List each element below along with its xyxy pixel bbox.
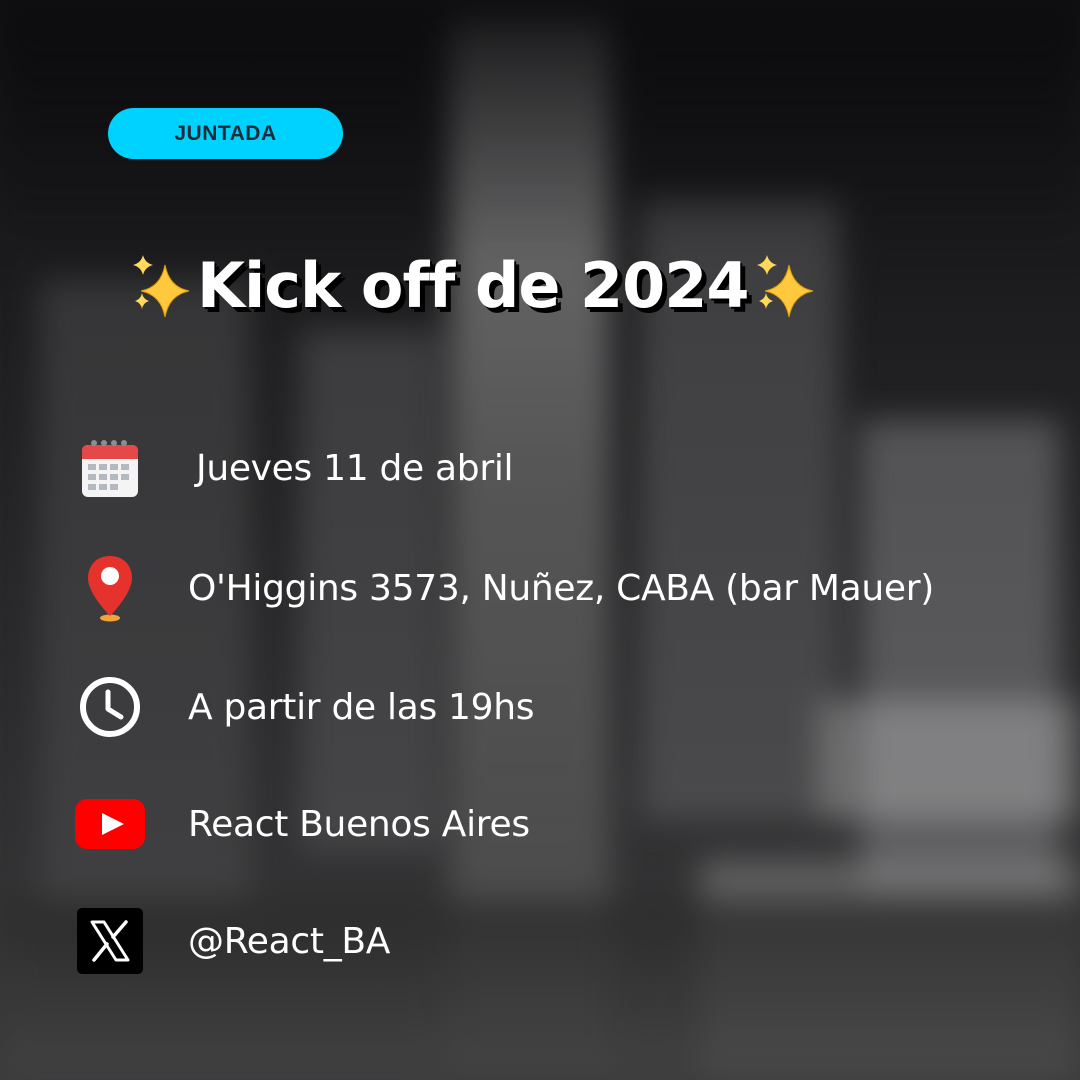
juntada-badge: JUNTADA xyxy=(108,108,343,159)
clock-icon xyxy=(70,667,150,747)
x-handle-text: @React_BA xyxy=(188,920,391,962)
event-date-row: Jueves 11 de abril xyxy=(70,428,1050,508)
sparkles-icon xyxy=(133,255,190,318)
event-time-row: A partir de las 19hs xyxy=(70,667,1050,747)
event-location-text: O'Higgins 3573, Nuñez, CABA (bar Mauer) xyxy=(188,567,934,609)
sparkles-icon xyxy=(756,255,813,318)
event-title: Kick off de 2024 xyxy=(125,240,885,330)
youtube-icon xyxy=(70,784,150,864)
calendar-icon xyxy=(70,428,150,508)
x-handle-row: @React_BA xyxy=(70,901,1050,981)
event-time-text: A partir de las 19hs xyxy=(188,686,535,728)
event-poster: JUNTADA Kick off de 2024 Jueves 11 de ab… xyxy=(0,0,1080,1080)
youtube-channel-row: React Buenos Aires xyxy=(70,784,1050,864)
youtube-channel-text: React Buenos Aires xyxy=(188,803,530,845)
event-title-text: Kick off de 2024 xyxy=(197,248,750,322)
location-pin-icon xyxy=(70,548,150,628)
x-logo-icon xyxy=(70,901,150,981)
event-location-row: O'Higgins 3573, Nuñez, CABA (bar Mauer) xyxy=(70,548,1050,628)
event-date-text: Jueves 11 de abril xyxy=(196,447,514,489)
